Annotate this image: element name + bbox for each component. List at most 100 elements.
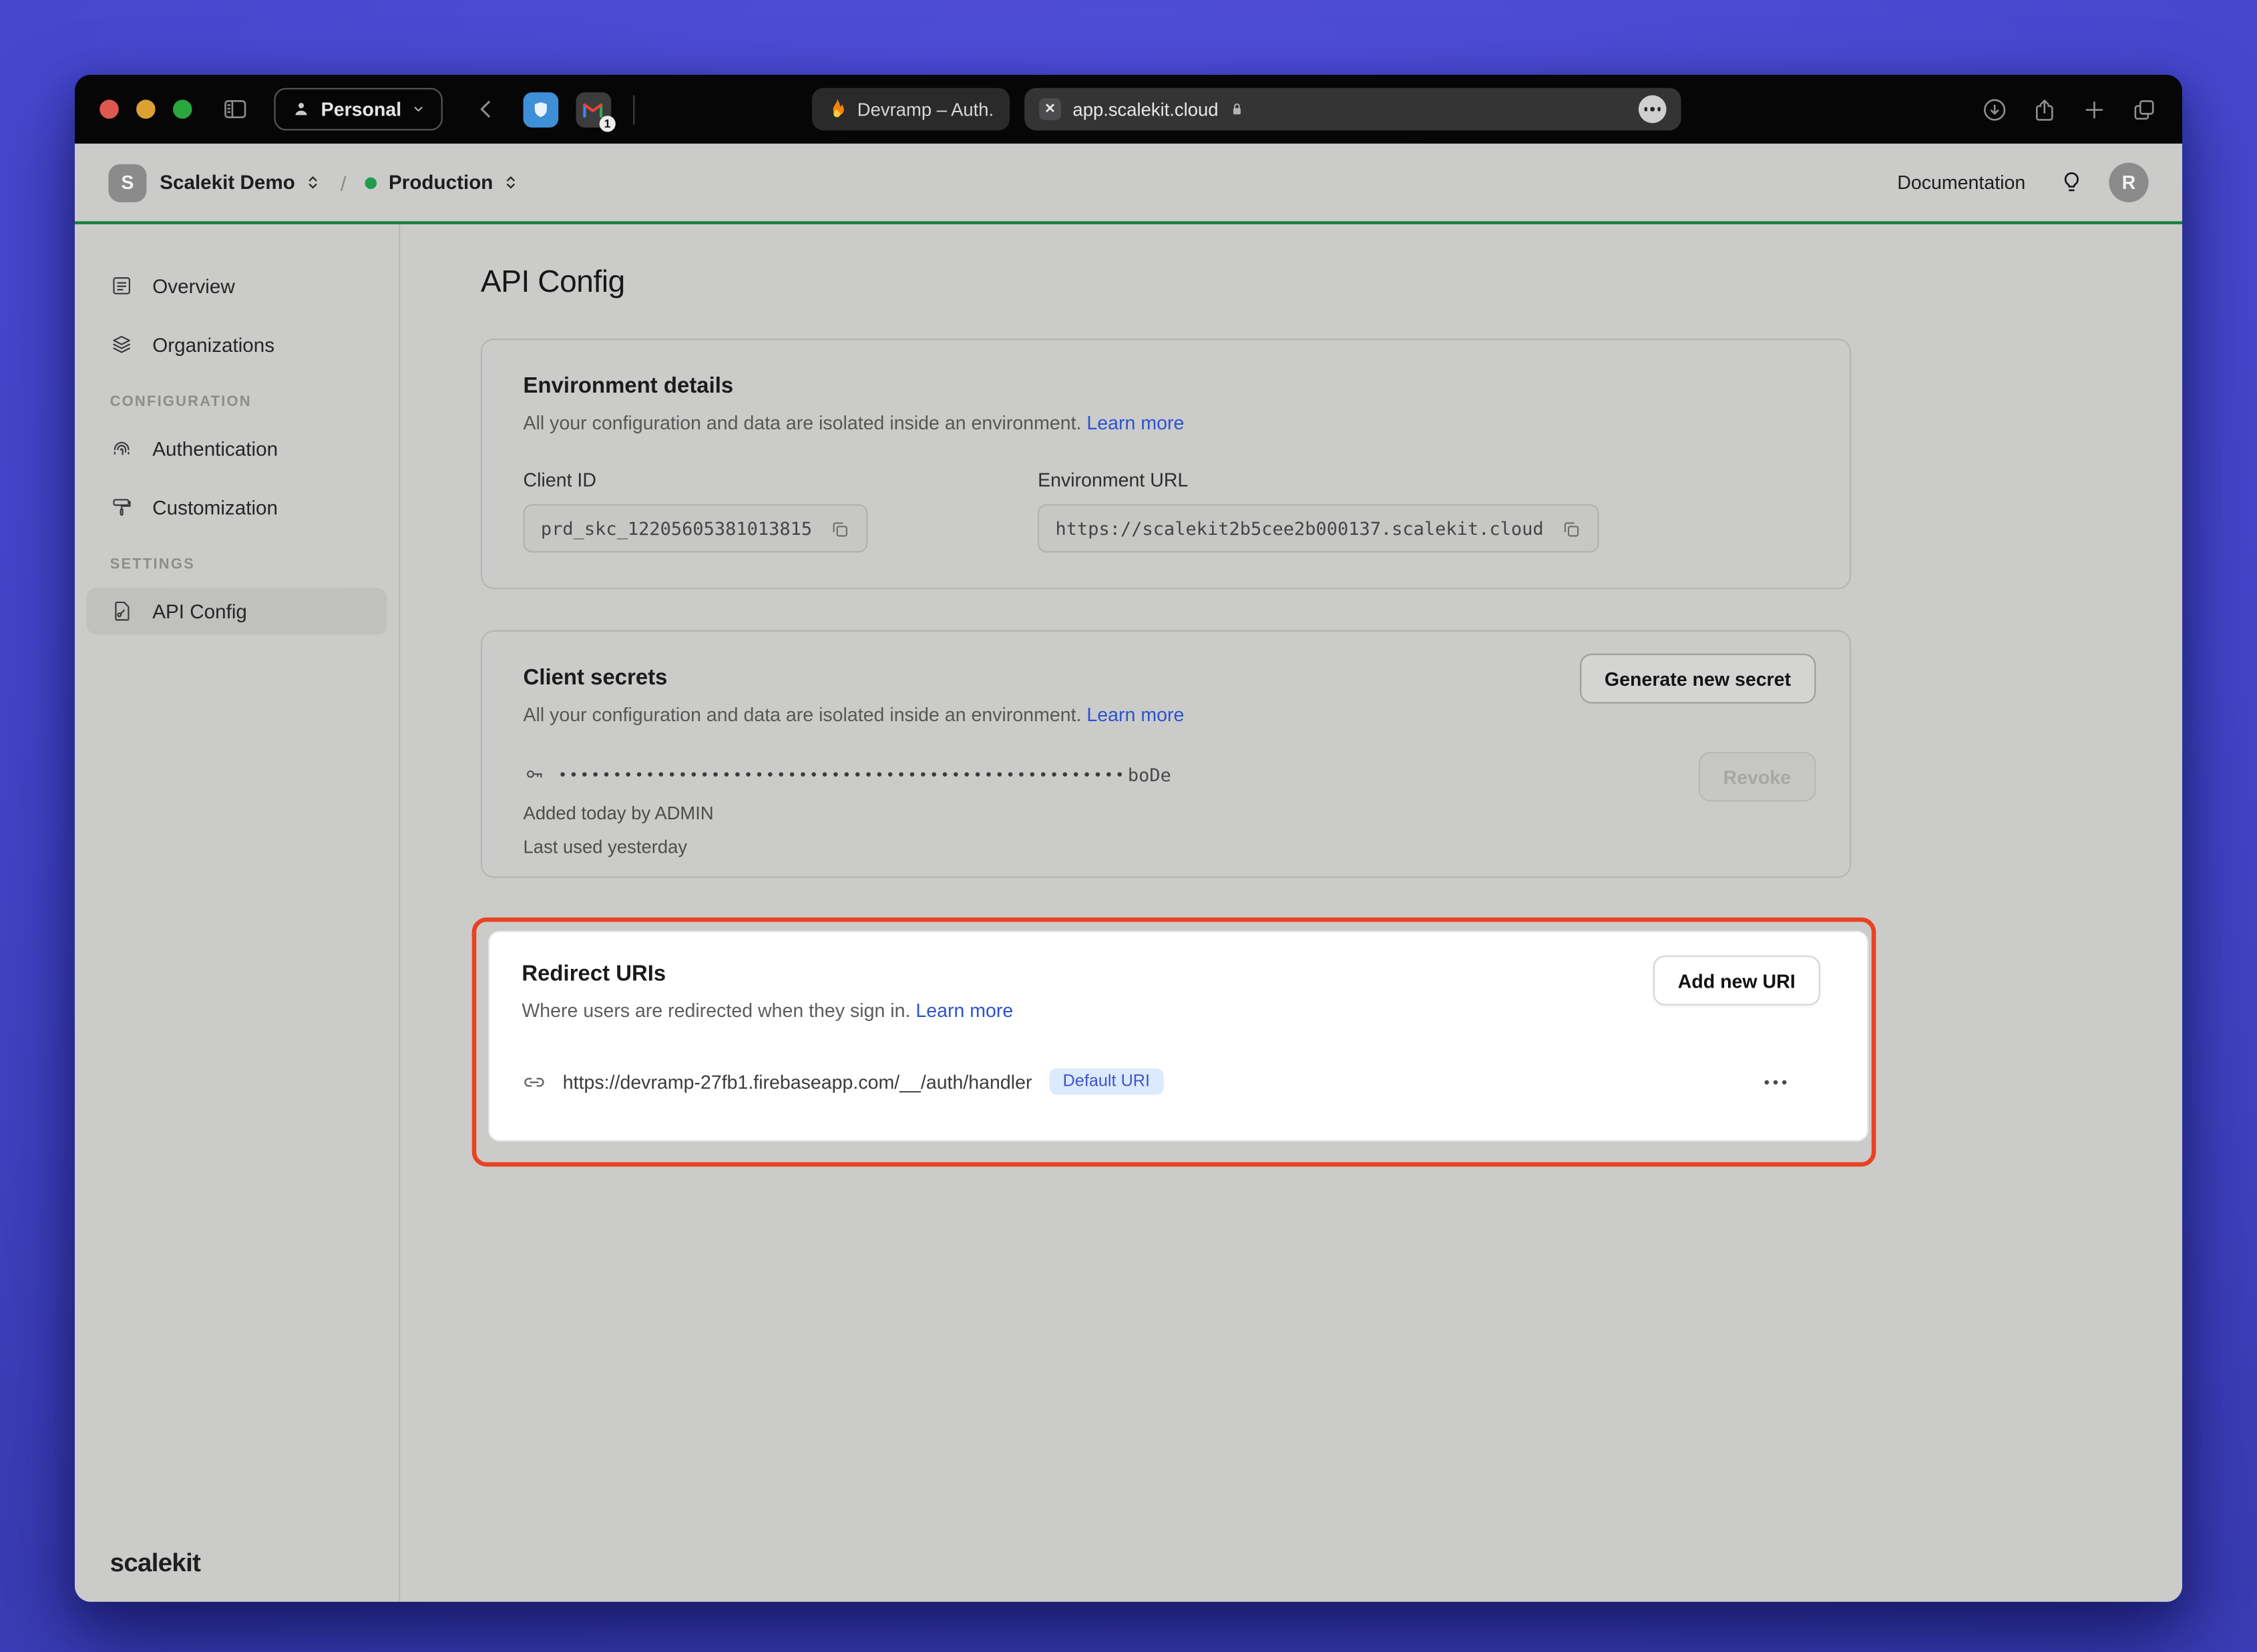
- breadcrumb-separator: /: [341, 171, 347, 194]
- api-file-icon: [110, 600, 134, 623]
- layers-icon: [110, 333, 134, 356]
- revoke-button[interactable]: Revoke: [1698, 752, 1816, 802]
- browser-titlebar: Personal 1: [75, 75, 2182, 144]
- traffic-lights: [99, 99, 192, 119]
- secret-masked-value: ••••••••••••••••••••••••••••••••••••••••…: [560, 768, 1127, 784]
- app-main: Overview Organizations CONFIGURATION Aut…: [75, 224, 2182, 1602]
- learn-more-link[interactable]: Learn more: [1086, 412, 1184, 434]
- desktop-background: Personal 1: [0, 0, 2257, 1652]
- documentation-link[interactable]: Documentation: [1897, 172, 2025, 194]
- card-description: All your configuration and data are isol…: [524, 704, 1809, 726]
- document-icon: [110, 274, 134, 297]
- client-id-field: prd_skc_12205605381013815: [524, 504, 868, 552]
- description-text: All your configuration and data are isol…: [524, 412, 1082, 434]
- description-text: All your configuration and data are isol…: [524, 704, 1082, 726]
- environment-status-dot: [365, 176, 377, 188]
- learn-more-link[interactable]: Learn more: [915, 1000, 1013, 1022]
- page-content: API Config Environment details All your …: [400, 224, 2182, 1602]
- environment-details-card: Environment details All your configurati…: [481, 339, 1851, 589]
- new-tab-button[interactable]: [2081, 96, 2108, 123]
- fingerprint-icon: [110, 437, 134, 460]
- person-icon: [292, 99, 311, 119]
- tab-scalekit-active[interactable]: ✕ app.scalekit.cloud: [1024, 88, 1681, 131]
- sidebar-item-label: Customization: [152, 496, 278, 518]
- sidebar-item-customization[interactable]: Customization: [86, 483, 387, 530]
- paint-roller-icon: [110, 495, 134, 519]
- tab-devramp[interactable]: Devramp – Auth...: [812, 88, 1010, 131]
- secret-suffix: boDe: [1128, 765, 1171, 785]
- tab-url: app.scalekit.cloud: [1072, 99, 1218, 120]
- environment-url-value: https://scalekit2b5cee2b000137.scalekit.…: [1055, 518, 1543, 539]
- environment-switcher[interactable]: Production: [389, 172, 493, 194]
- page-title: API Config: [481, 265, 2182, 300]
- bitwarden-extension-icon[interactable]: [523, 91, 558, 127]
- fields-row: Client ID prd_skc_12205605381013815 Envi…: [524, 469, 1809, 552]
- profile-switcher-button[interactable]: Personal: [274, 88, 442, 131]
- sidebar-item-api-config[interactable]: API Config: [86, 588, 387, 634]
- link-icon: [522, 1069, 546, 1094]
- chevrons-up-down-icon[interactable]: [304, 173, 323, 192]
- sidebar-item-authentication[interactable]: Authentication: [86, 425, 387, 471]
- copy-icon[interactable]: [829, 518, 850, 539]
- description-text: Where users are redirected when they sig…: [522, 1000, 910, 1022]
- redirect-uris-card: Redirect URIs Where users are redirected…: [488, 931, 1869, 1142]
- secret-added-line: Added today by ADMIN: [524, 803, 1809, 824]
- downloads-button[interactable]: [1981, 96, 2008, 123]
- card-title: Redirect URIs: [522, 962, 1835, 986]
- user-avatar[interactable]: R: [2109, 163, 2148, 202]
- workspace-switcher[interactable]: Scalekit Demo: [160, 172, 295, 194]
- sidebar-item-label: Authentication: [152, 437, 278, 459]
- generate-new-secret-button[interactable]: Generate new secret: [1580, 654, 1816, 704]
- back-button[interactable]: [473, 97, 498, 122]
- card-title: Environment details: [524, 374, 1809, 399]
- default-uri-badge: Default URI: [1050, 1068, 1163, 1095]
- zoom-window-button[interactable]: [173, 99, 192, 119]
- sidebar-item-label: API Config: [152, 600, 247, 622]
- learn-more-link[interactable]: Learn more: [1086, 704, 1184, 726]
- titlebar-right-controls: [1981, 96, 2157, 123]
- redirect-uri-value: https://devramp-27fb1.firebaseapp.com/__…: [563, 1070, 1032, 1092]
- copy-icon[interactable]: [1561, 518, 1582, 539]
- site-favicon: ✕: [1039, 98, 1061, 120]
- chevron-down-icon: [412, 103, 425, 116]
- tab-overview-button[interactable]: [2131, 96, 2158, 123]
- sidebar-section-settings: SETTINGS: [86, 557, 387, 573]
- sidebar: Overview Organizations CONFIGURATION Aut…: [75, 224, 400, 1602]
- client-id-value: prd_skc_12205605381013815: [541, 518, 812, 539]
- sidebar-section-configuration: CONFIGURATION: [86, 394, 387, 410]
- app-header: S Scalekit Demo / Production Documentati…: [75, 144, 2182, 224]
- card-description: All your configuration and data are isol…: [524, 412, 1809, 434]
- client-id-label: Client ID: [524, 469, 868, 491]
- gmail-extension-icon[interactable]: 1: [576, 91, 611, 127]
- browser-window: Personal 1: [75, 75, 2182, 1602]
- tab-options-icon[interactable]: [1639, 95, 1667, 124]
- key-icon: [524, 763, 546, 785]
- secret-row: ••••••••••••••••••••••••••••••••••••••••…: [524, 763, 1809, 785]
- uri-options-icon[interactable]: [1765, 1079, 1787, 1084]
- client-id-field-group: Client ID prd_skc_12205605381013815: [524, 469, 868, 552]
- lock-icon: [1229, 99, 1246, 119]
- secret-last-used-line: Last used yesterday: [524, 837, 1809, 857]
- sidebar-item-overview[interactable]: Overview: [86, 262, 387, 309]
- share-button[interactable]: [2031, 96, 2058, 123]
- redirect-uris-highlight-outline: Redirect URIs Where users are redirected…: [472, 917, 1876, 1167]
- browser-sidebar-toggle-icon[interactable]: [221, 95, 249, 124]
- scalekit-app: S Scalekit Demo / Production Documentati…: [75, 144, 2182, 1602]
- chevrons-up-down-icon[interactable]: [502, 173, 522, 192]
- lightbulb-icon[interactable]: [2059, 170, 2084, 195]
- sidebar-item-label: Overview: [152, 275, 234, 297]
- sidebar-item-organizations[interactable]: Organizations: [86, 321, 387, 368]
- redirect-uri-row: https://devramp-27fb1.firebaseapp.com/__…: [522, 1068, 1835, 1095]
- environment-url-field-group: Environment URL https://scalekit2b5cee2b…: [1038, 469, 1599, 552]
- org-avatar: S: [108, 164, 146, 202]
- gmail-unread-badge: 1: [600, 115, 616, 131]
- sidebar-item-label: Organizations: [152, 333, 274, 355]
- add-new-uri-button[interactable]: Add new URI: [1653, 956, 1820, 1006]
- minimize-window-button[interactable]: [136, 99, 156, 119]
- environment-url-label: Environment URL: [1038, 469, 1599, 491]
- titlebar-divider: [633, 95, 634, 124]
- close-window-button[interactable]: [99, 99, 119, 119]
- scalekit-logo: scalekit: [110, 1548, 201, 1579]
- header-right: Documentation R: [1897, 163, 2148, 202]
- card-description: Where users are redirected when they sig…: [522, 1000, 1835, 1022]
